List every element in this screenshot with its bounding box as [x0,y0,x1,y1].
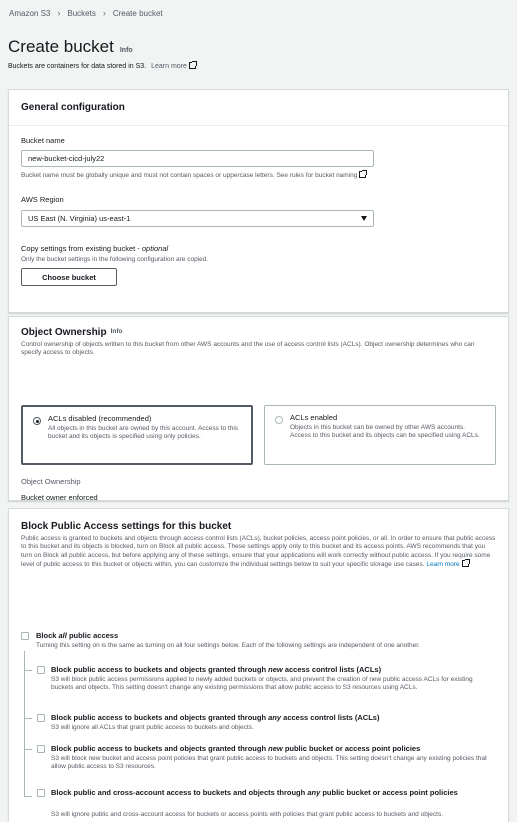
object-ownership-header: Object Ownership Info [9,317,508,339]
block-new-policies-pre: Block public access to buckets and objec… [51,744,269,753]
object-ownership-info-link[interactable]: Info [111,328,123,336]
breadcrumb-create-bucket: Create bucket [112,8,163,18]
object-ownership-description: Control ownership of objects written to … [21,341,475,357]
block-all-public-access-desc: Turning this setting on is the same as t… [36,642,420,649]
caret-down-icon [361,216,367,221]
tree-branch [24,670,32,671]
external-link-icon [188,61,197,69]
block-public-access-header: Block Public Access settings for this bu… [9,509,508,533]
chevron-right-icon: › [102,8,106,18]
breadcrumb-buckets[interactable]: Buckets [67,9,95,19]
acls-enabled-title: ACLs enabled [290,413,338,422]
block-all-public-access-checkbox[interactable] [21,632,29,640]
chevron-right-icon: › [57,8,61,18]
bpa-learn-more-link[interactable]: Learn more [426,561,459,568]
object-ownership-panel: Object Ownership Info Control ownership … [8,316,509,502]
block-cross-account-desc: S3 will ignore public and cross-account … [51,811,444,818]
breadcrumb: Amazon S3 › Buckets › Create bucket [9,8,163,20]
block-any-acls-desc: S3 will ignore all ACLs that grant publi… [51,724,254,731]
block-public-access-description-text: Public access is granted to buckets and … [21,535,496,569]
block-all-title-em: all [58,631,67,640]
choose-bucket-button[interactable]: Choose bucket [21,268,117,286]
acls-disabled-desc: All objects in this bucket are owned by … [48,424,239,441]
block-any-acls-title: Block public access to buckets and objec… [51,713,496,723]
copy-settings-label: Copy settings from existing bucket - opt… [21,244,169,253]
block-cross-account-em: any [307,788,321,797]
acls-enabled-desc: Objects in this bucket can be owned by o… [290,423,480,440]
block-all-public-access-title: Block all public access [36,631,118,641]
acls-disabled-radio[interactable] [33,417,41,425]
object-ownership-field-value: Bucket owner enforced [21,493,98,502]
tree-branch [24,796,32,797]
copy-settings-label-text: Copy settings from existing bucket [21,244,136,253]
block-public-access-panel: Block Public Access settings for this bu… [8,508,509,822]
block-new-acls-checkbox[interactable] [37,666,45,674]
block-new-acls-title: Block public access to buckets and objec… [51,665,496,675]
block-any-acls-checkbox[interactable] [37,714,45,722]
bucket-name-label: Bucket name [21,136,65,145]
block-new-policies-checkbox[interactable] [37,745,45,753]
block-any-acls-em: any [268,713,282,722]
page-info-link[interactable]: Info [120,46,133,55]
learn-more-link[interactable]: Learn more [151,63,187,70]
block-new-policies-post: public bucket or access point policies [282,744,421,753]
block-new-policies-em: new [268,744,283,753]
acls-enabled-radio[interactable] [275,416,283,424]
copy-settings-optional: optional [141,244,169,253]
page-description-text: Buckets are containers for data stored i… [8,63,147,70]
general-configuration-panel: General configuration Bucket name new-bu… [8,89,509,313]
acls-disabled-title: ACLs disabled (recommended) [48,414,152,423]
block-new-acls-em: new [268,665,283,674]
page-description: Buckets are containers for data stored i… [8,61,197,71]
block-all-title-post: public access [66,631,119,640]
block-new-acls-desc: S3 will block public access permissions … [51,676,473,692]
acls-enabled-option[interactable]: ACLs enabled Objects in this bucket can … [264,405,496,465]
tree-branch [24,718,32,719]
aws-region-select[interactable]: US East (N. Virginia) us-east-1 [21,210,374,227]
bucket-name-hint: Bucket name must be globally unique and … [21,170,368,180]
external-link-icon[interactable] [359,170,368,178]
block-new-acls-pre: Block public access to buckets and objec… [51,665,269,674]
block-public-access-title: Block Public Access settings for this bu… [21,520,232,532]
block-any-acls-pre: Block public access to buckets and objec… [51,713,269,722]
general-configuration-header: General configuration [9,90,508,126]
block-cross-account-pre: Block public and cross-account access to… [51,788,308,797]
tree-branch [24,749,32,750]
copy-settings-hint: Only the bucket settings in the followin… [21,256,209,263]
aws-region-value: US East (N. Virginia) us-east-1 [28,213,131,223]
block-cross-account-post: public bucket or access point policies [320,788,458,797]
bucket-name-value: new-bucket-cicd-july22 [28,153,105,163]
block-new-policies-title: Block public access to buckets and objec… [51,744,496,754]
aws-region-label: AWS Region [21,195,64,204]
acls-disabled-option[interactable]: ACLs disabled (recommended) All objects … [21,405,253,465]
general-configuration-title: General configuration [21,102,125,113]
object-ownership-title: Object Ownership [21,326,107,338]
block-new-policies-desc: S3 will block new bucket and access poin… [51,755,487,771]
block-new-acls-post: access control lists (ACLs) [282,665,382,674]
block-any-acls-post: access control lists (ACLs) [281,713,380,722]
block-cross-account-title: Block public and cross-account access to… [51,788,496,798]
page-title: Create bucket Info [8,36,133,58]
object-ownership-field-label: Object Ownership [21,477,81,486]
tree-line [24,651,25,797]
breadcrumb-amazon-s3[interactable]: Amazon S3 [9,9,50,19]
bucket-name-hint-text: Bucket name must be globally unique and … [21,172,358,179]
external-link-icon [461,559,470,568]
block-public-access-description: Public access is granted to buckets and … [21,535,496,570]
block-cross-account-checkbox[interactable] [37,789,45,797]
bucket-name-input[interactable]: new-bucket-cicd-july22 [21,150,374,167]
page-title-text: Create bucket [8,37,114,56]
block-all-title-pre: Block [36,631,59,640]
